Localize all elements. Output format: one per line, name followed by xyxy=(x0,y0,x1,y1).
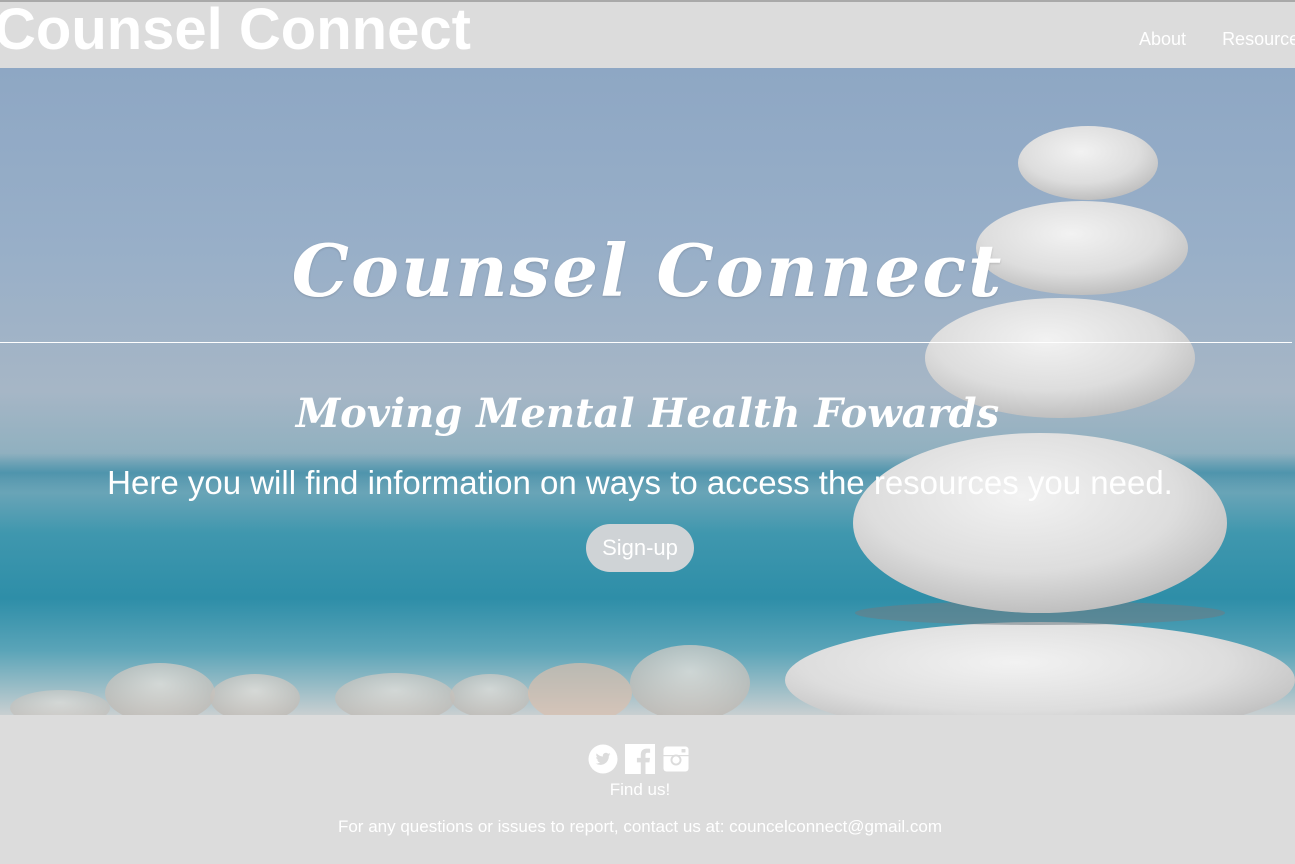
twitter-icon[interactable] xyxy=(588,744,618,779)
hero-divider xyxy=(0,342,1292,343)
page: Counsel Connect About Resources xyxy=(0,0,1295,864)
hero-title: Counsel Connect xyxy=(291,228,1004,313)
nav-link-about[interactable]: About xyxy=(1139,29,1186,49)
facebook-icon[interactable] xyxy=(625,744,655,779)
contact-text: For any questions or issues to report, c… xyxy=(337,817,943,836)
nav-link-resources[interactable]: Resources xyxy=(1222,29,1295,49)
site-footer: Find us! For any questions or issues to … xyxy=(0,715,1295,864)
signup-button[interactable]: Sign-up xyxy=(586,524,694,572)
hero-description: Here you will find information on ways t… xyxy=(107,464,1173,501)
main-nav: About Resources xyxy=(1139,28,1295,50)
site-header: Counsel Connect About Resources xyxy=(0,2,1295,68)
hero-section: Counsel Connect Moving Mental Health Fow… xyxy=(0,68,1295,715)
hero-subtitle: Moving Mental Health Fowards xyxy=(295,390,1000,437)
social-links xyxy=(588,744,690,774)
instagram-icon[interactable] xyxy=(663,744,689,777)
find-us-text: Find us! xyxy=(609,780,671,799)
brand-logo-link[interactable]: Counsel Connect xyxy=(0,2,471,63)
